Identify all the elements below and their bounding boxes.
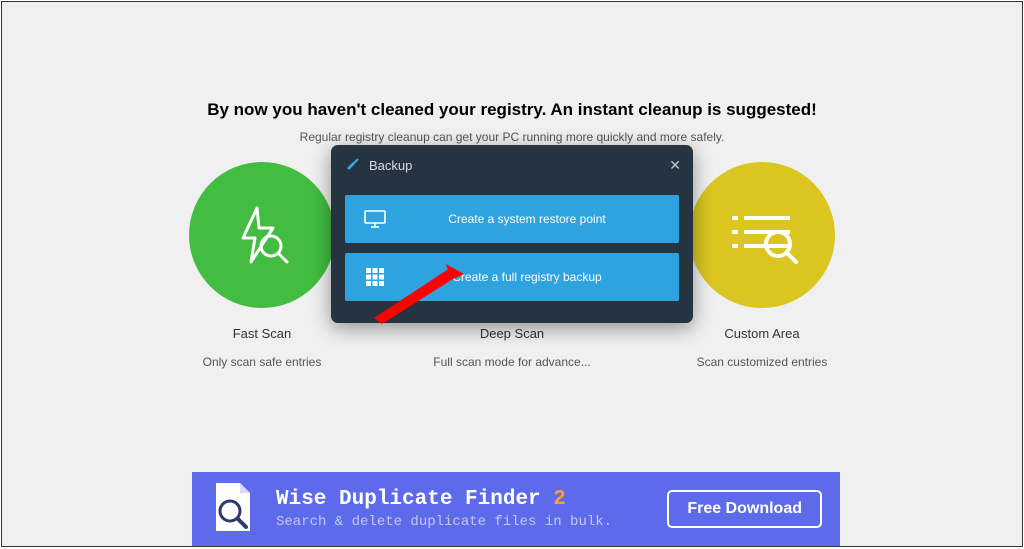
promo-title: Wise Duplicate Finder 2 [276, 488, 667, 511]
page-subtitle: Regular registry cleanup can get your PC… [2, 130, 1022, 144]
deep-scan-label: Deep Scan [480, 326, 544, 341]
page-title: By now you haven't cleaned your registry… [2, 2, 1022, 120]
promo-banner: Wise Duplicate Finder 2 Search & delete … [192, 472, 840, 546]
free-download-button[interactable]: Free Download [667, 490, 822, 528]
backup-dialog-title: Backup [369, 158, 669, 173]
promo-text: Wise Duplicate Finder 2 Search & delete … [276, 488, 667, 530]
create-restore-point-label: Create a system restore point [405, 212, 679, 226]
document-search-icon [210, 481, 254, 538]
list-search-icon [722, 202, 802, 268]
custom-area-icon-circle [689, 162, 835, 308]
pointer-arrow-icon [374, 264, 464, 324]
fast-scan-icon-circle [189, 162, 335, 308]
create-restore-point-button[interactable]: Create a system restore point [345, 195, 679, 243]
custom-area-label: Custom Area [724, 326, 799, 341]
main-window: By now you haven't cleaned your registry… [1, 1, 1023, 547]
monitor-icon [345, 210, 405, 228]
backup-dialog-titlebar: Backup ✕ [331, 145, 693, 185]
custom-area-desc: Scan customized entries [697, 355, 828, 369]
broom-icon [343, 156, 361, 174]
fast-scan-option[interactable]: Fast Scan Only scan safe entries [175, 162, 350, 369]
promo-tagline: Search & delete duplicate files in bulk. [276, 514, 667, 530]
lightning-search-icon [229, 202, 295, 268]
custom-area-option[interactable]: Custom Area Scan customized entries [675, 162, 850, 369]
fast-scan-desc: Only scan safe entries [203, 355, 322, 369]
deep-scan-desc: Full scan mode for advance... [433, 355, 590, 369]
close-icon[interactable]: ✕ [669, 157, 681, 174]
fast-scan-label: Fast Scan [233, 326, 292, 341]
